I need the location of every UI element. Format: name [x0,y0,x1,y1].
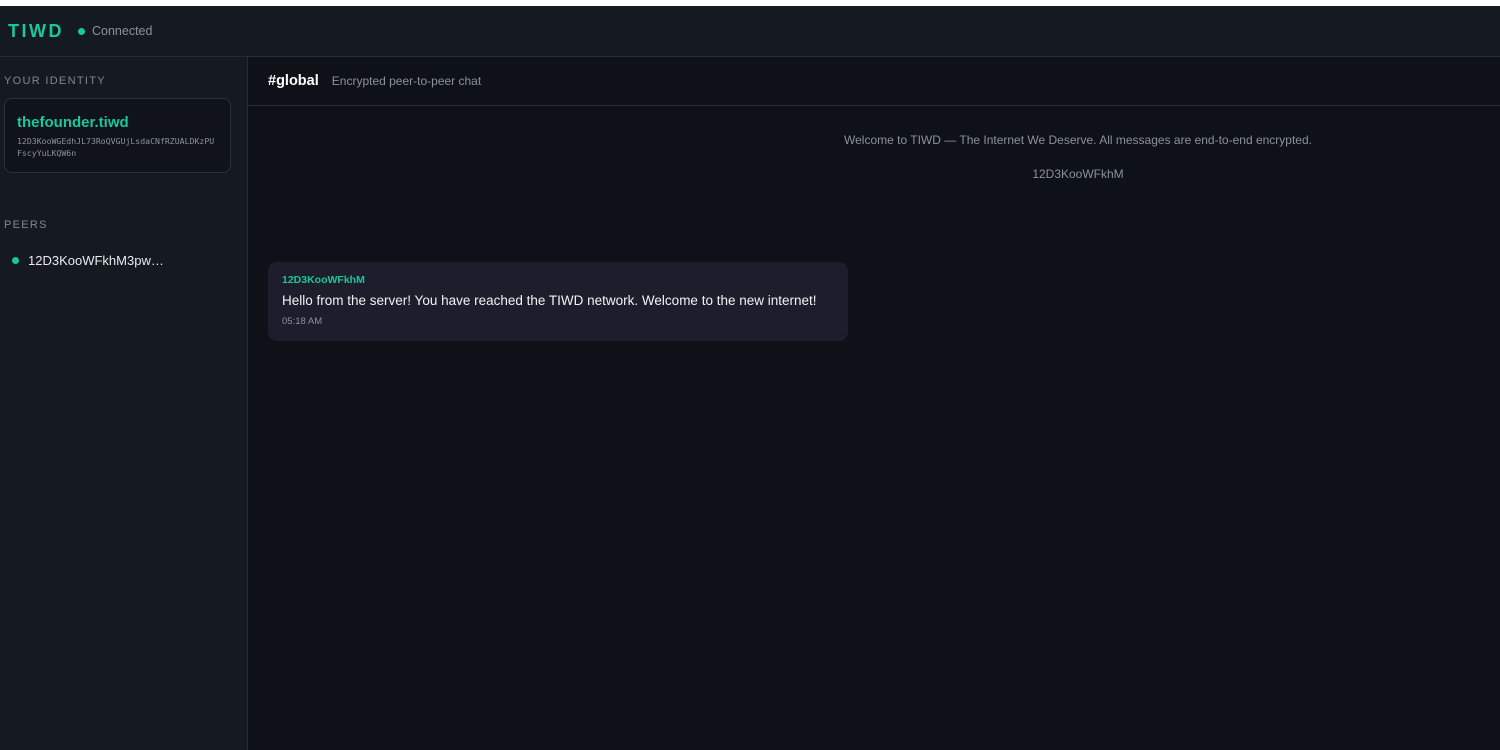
system-message-peer-joined: 12D3KooWFkhM [1032,167,1124,181]
identity-card: thefounder.tiwd 12D3KooWGEdhJL73RoQVGUjL… [4,98,231,173]
system-message-welcome: Welcome to TIWD — The Internet We Deserv… [844,133,1312,147]
top-bar: TIWD Connected [0,6,1500,57]
channel-header: #global Encrypted peer-to-peer chat [248,57,1500,106]
message-timestamp: 05:18 AM [282,316,323,327]
identity-section-label: YOUR IDENTITY [4,75,106,87]
peer-online-dot-icon [12,256,19,264]
channel-description: Encrypted peer-to-peer chat [331,74,482,88]
sidebar: YOUR IDENTITY thefounder.tiwd 12D3KooWGE… [0,57,248,750]
channel-name: #global [268,73,319,89]
peers-section-label: PEERS [4,219,48,231]
chat-main: #global Encrypted peer-to-peer chat Welc… [248,57,1500,750]
chat-message: 12D3KooWFkhM Hello from the server! You … [268,262,848,341]
peer-label: 12D3KooWFkhM3pwY... [28,252,168,268]
message-sender[interactable]: 12D3KooWFkhM [282,274,834,286]
peer-list-item[interactable]: 12D3KooWFkhM3pwY... [12,251,232,269]
message-text: Hello from the server! You have reached … [282,293,817,308]
app-logo: TIWD [8,20,64,41]
identity-peer-id: 12D3KooWGEdhJL73RoQVGUjLsdaCNfRZUALDKzPU… [17,136,215,158]
connection-status-text: Connected [91,24,153,38]
identity-name: thefounder.tiwd [17,114,129,131]
connection-status-dot-icon [77,27,85,35]
